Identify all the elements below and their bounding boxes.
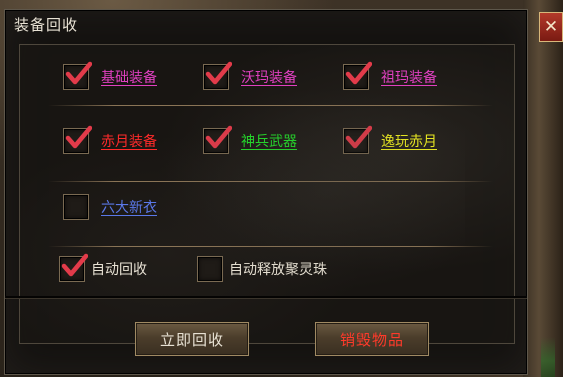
divider bbox=[48, 105, 493, 106]
option-woma-equipment[interactable]: 沃玛装备 bbox=[203, 61, 297, 90]
background-foliage bbox=[541, 337, 555, 377]
footer-separator bbox=[5, 296, 527, 299]
checkbox-auto-release-orb[interactable] bbox=[197, 256, 223, 282]
option-label: 逸玩赤月 bbox=[381, 134, 437, 150]
option-six-new-outfits[interactable]: 六大新衣 bbox=[63, 194, 157, 220]
option-label: 基础装备 bbox=[101, 70, 157, 86]
checkbox-yiwan-chiyue[interactable] bbox=[343, 125, 372, 154]
checkbox-zuma-equipment[interactable] bbox=[343, 61, 372, 90]
checkbox-six-new-outfits[interactable] bbox=[63, 194, 89, 220]
check-icon bbox=[205, 61, 232, 85]
check-icon bbox=[345, 61, 372, 85]
check-icon bbox=[205, 125, 232, 149]
window-title: 装备回收 bbox=[14, 16, 79, 34]
option-chiyue-equipment[interactable]: 赤月装备 bbox=[63, 125, 157, 154]
check-icon bbox=[345, 125, 372, 149]
check-icon bbox=[65, 125, 92, 149]
option-yiwan-chiyue[interactable]: 逸玩赤月 bbox=[343, 125, 437, 154]
option-auto-recycle[interactable]: 自动回收 bbox=[59, 253, 147, 282]
option-basic-equipment[interactable]: 基础装备 bbox=[63, 61, 157, 90]
option-zuma-equipment[interactable]: 祖玛装备 bbox=[343, 61, 437, 90]
option-auto-release-orb[interactable]: 自动释放聚灵珠 bbox=[197, 256, 327, 282]
close-icon: ✕ bbox=[543, 17, 559, 37]
option-label: 六大新衣 bbox=[101, 200, 157, 216]
option-label: 祖玛装备 bbox=[381, 70, 437, 86]
checkbox-divine-weapons[interactable] bbox=[203, 125, 232, 154]
game-scene: 装备回收 基础装备 沃玛装备 祖玛装备 赤月装备 神兵武器 逸玩赤月 六大新衣 … bbox=[0, 0, 563, 377]
checkbox-woma-equipment[interactable] bbox=[203, 61, 232, 90]
divider bbox=[48, 181, 493, 182]
option-divine-weapons[interactable]: 神兵武器 bbox=[203, 125, 297, 154]
checkbox-basic-equipment[interactable] bbox=[63, 61, 92, 90]
option-label: 自动回收 bbox=[91, 262, 147, 278]
window-titlebar[interactable]: 装备回收 bbox=[5, 10, 527, 36]
check-icon bbox=[65, 61, 92, 85]
checkbox-auto-recycle[interactable] bbox=[59, 253, 88, 282]
close-button[interactable]: ✕ bbox=[539, 12, 563, 42]
option-label: 自动释放聚灵珠 bbox=[229, 262, 327, 278]
divider bbox=[48, 246, 493, 247]
option-label: 沃玛装备 bbox=[241, 70, 297, 86]
option-label: 赤月装备 bbox=[101, 134, 157, 150]
check-icon bbox=[61, 253, 88, 277]
option-label: 神兵武器 bbox=[241, 134, 297, 150]
equipment-recycle-window: 装备回收 基础装备 沃玛装备 祖玛装备 赤月装备 神兵武器 逸玩赤月 六大新衣 … bbox=[4, 9, 528, 375]
checkbox-chiyue-equipment[interactable] bbox=[63, 125, 92, 154]
recycle-now-button[interactable]: 立即回收 bbox=[135, 322, 249, 356]
destroy-items-button[interactable]: 销毁物品 bbox=[315, 322, 429, 356]
